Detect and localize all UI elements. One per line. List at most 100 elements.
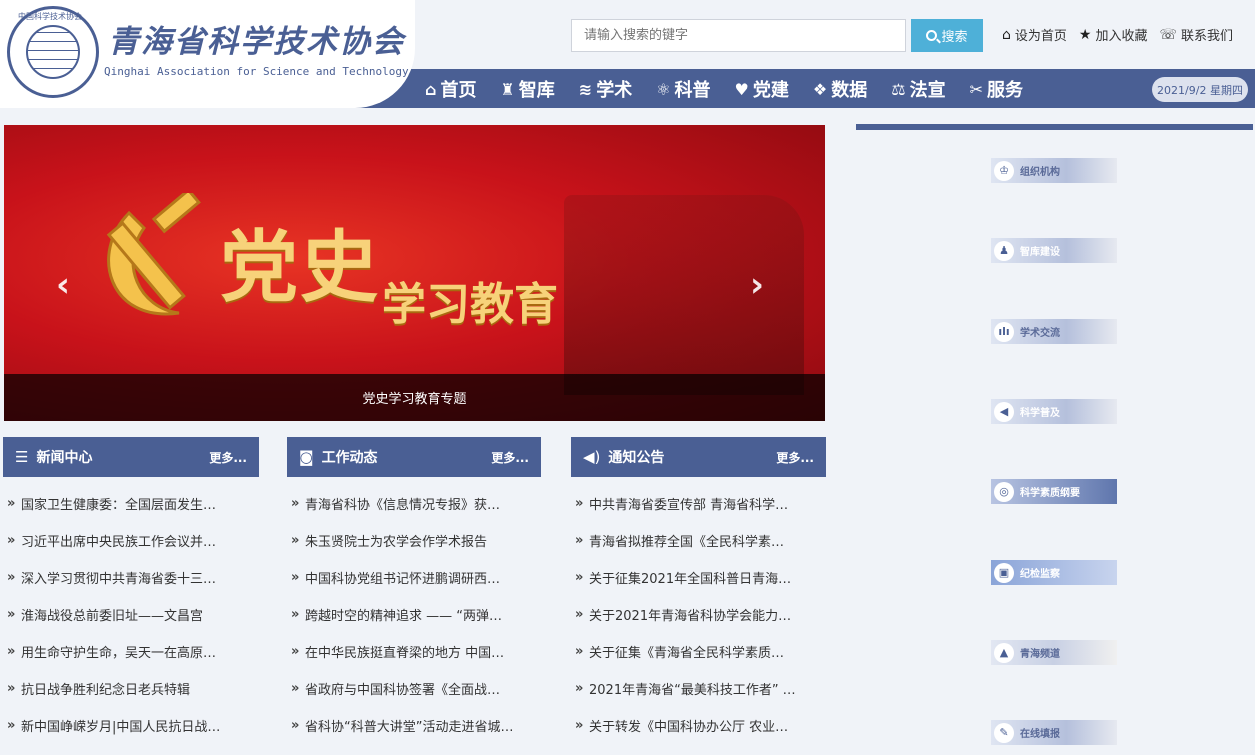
item-text: 中国科协党组书记怀进鹏调研西… [305,572,501,587]
list-item[interactable]: » 青海省拟推荐全国《全民科学素… [571,522,826,559]
mountain-icon: ▲ [994,642,1014,663]
main-nav: ⌂ 首页 ♜ 智库 ≋ 学术 ⚛ 科普 ♥ 党建 ❖ 数据 ⚖ 法宣 ✂ 服务 [425,70,1047,108]
item-text: 抗日战争胜利纪念日老兵特辑 [21,683,191,698]
list-icon: ☰ [15,448,29,466]
item-text: 中共青海省委宣传部 青海省科学… [589,498,789,513]
sidebar-top-rule [856,124,1253,130]
sidebar-tile-discipline[interactable]: ▣ 纪检监察 [991,560,1117,585]
list-item[interactable]: » 新中国峥嵘岁月|中国人民抗日战… [3,707,259,744]
list-item[interactable]: » 中国科协党组书记怀进鹏调研西… [287,559,541,596]
item-text: 新中国峥嵘岁月|中国人民抗日战… [21,720,221,735]
double-chevron-icon: » [291,644,300,659]
list-item[interactable]: » 2021年青海省“最美科技工作者” … [571,670,826,707]
column-title[interactable]: 新闻中心 [36,447,209,467]
list-item[interactable]: » 关于转发《中国科协办公厅 农业… [571,707,826,744]
set-homepage-label: 设为首页 [1014,29,1067,44]
tile-label: 智库建设 [1020,247,1060,258]
sidebar-tile-online-form[interactable]: ✎ 在线填报 [991,720,1117,745]
megaphone-icon: ◀ [994,401,1014,422]
nav-item-law[interactable]: ⚖ 法宣 [891,76,945,102]
list-item[interactable]: » 青海省科协《信息情况专报》获… [287,485,541,522]
search-button[interactable]: 搜索 [911,19,983,52]
list-item[interactable]: » 关于征集2021年全国科普日青海… [571,559,826,596]
double-chevron-icon: » [7,607,16,622]
phone-icon: ☏ [1159,26,1177,43]
think-tank-icon: ♜ [500,79,515,99]
nav-label: 数据 [831,80,868,101]
tools-icon: ✂ [969,79,983,99]
news-list: » 中共青海省委宣传部 青海省科学… » 青海省拟推荐全国《全民科学素… » 关于征集… [571,485,826,744]
list-item[interactable]: » 在中华民族挺直脊梁的地方 中国… [287,633,541,670]
sidebar-tile-qinghai-channel[interactable]: ▲ 青海频道 [991,640,1117,665]
nav-item-think-tank[interactable]: ♜ 智库 [500,76,554,102]
nav-label: 党建 [752,80,789,101]
double-chevron-icon: » [291,681,300,696]
cast-emblem-icon[interactable]: 中国科学技术协会 [7,6,99,98]
nav-item-science-pop[interactable]: ⚛ 科普 [656,76,710,102]
banner-carousel[interactable]: 党史 学习教育 ‹ › 党史学习教育专题 [4,125,825,421]
list-item[interactable]: » 关于2021年青海省科协学会能力… [571,596,826,633]
atom-icon: ⚛ [656,79,671,99]
search-input[interactable] [571,19,906,52]
red-boat-image [564,195,804,395]
contact-us-link[interactable]: ☏ 联系我们 [1159,25,1234,45]
add-favorite-label: 加入收藏 [1095,29,1148,44]
more-link[interactable]: 更多... [491,449,529,466]
item-text: 省政府与中国科协签署《全面战… [305,683,501,698]
list-item[interactable]: » 深入学习贯彻中共青海省委十三… [3,559,259,596]
site-title[interactable]: 青海省科学技术协会 [108,16,405,61]
search-icon [926,30,938,41]
contact-us-label: 联系我们 [1181,29,1234,44]
home-icon: ⌂ [1002,26,1011,43]
sidebar-tile-literacy[interactable]: ◎ 科学素质纲要 [991,479,1117,504]
work-news-column: ◙ 工作动态 更多... » 青海省科协《信息情况专报》获… » 朱玉贤院士为农学会… [287,437,541,744]
sidebar-tile-science-pop[interactable]: ◀ 科学普及 [991,399,1117,424]
banner-caption[interactable]: 党史学习教育专题 [4,374,825,421]
nav-label: 法宣 [909,80,946,101]
item-text: 深入学习贯彻中共青海省委十三… [21,572,217,587]
list-item[interactable]: » 朱玉贤院士为农学会作学术报告 [287,522,541,559]
add-favorite-link[interactable]: ★ 加入收藏 [1079,25,1148,45]
sidebar-tile-think-tank[interactable]: ♟ 智库建设 [991,238,1117,263]
nav-label: 科普 [674,80,711,101]
list-item[interactable]: » 关于征集《青海省全民科学素质… [571,633,826,670]
list-item[interactable]: » 跨越时空的精神追求 —— “两弹… [287,596,541,633]
list-item[interactable]: » 用生命守护生命，吴天一在高原… [3,633,259,670]
emblem-ring-text: 中国科学技术协会 [18,12,82,21]
list-item[interactable]: » 淮海战役总前委旧址——文昌宫 [3,596,259,633]
set-homepage-link[interactable]: ⌂ 设为首页 [1002,25,1067,45]
list-item[interactable]: » 中共青海省委宣传部 青海省科学… [571,485,826,522]
double-chevron-icon: » [291,496,300,511]
notice-column: ◀) 通知公告 更多... » 中共青海省委宣传部 青海省科学… » 青海省拟推荐全… [571,437,826,744]
nav-item-party[interactable]: ♥ 党建 [735,76,789,102]
news-list: » 青海省科协《信息情况专报》获… » 朱玉贤院士为农学会作学术报告 » 中国科协党组… [287,485,541,744]
carousel-prev-icon[interactable]: ‹ [56,265,70,305]
nav-item-service[interactable]: ✂ 服务 [970,76,1023,102]
nav-label: 智库 [518,80,555,101]
more-link[interactable]: 更多... [209,449,247,466]
double-chevron-icon: » [291,533,300,548]
law-icon: ⚖ [891,79,906,99]
nav-item-home[interactable]: ⌂ 首页 [425,76,476,102]
banner-subtitle: 学习教育 [382,279,558,330]
globe-icon [26,25,80,79]
list-item[interactable]: » 省科协“科普大讲堂”活动走进省城… [287,707,541,744]
column-title[interactable]: 工作动态 [322,447,492,467]
column-title[interactable]: 通知公告 [608,447,776,467]
sidebar-tile-academic[interactable]: ılı 学术交流 [991,319,1117,344]
tile-label: 组织机构 [1020,167,1060,178]
list-item[interactable]: » 省政府与中国科协签署《全面战… [287,670,541,707]
nav-item-academic[interactable]: ≋ 学术 [579,76,632,102]
list-item[interactable]: » 国家卫生健康委：全国层面发生… [3,485,259,522]
more-link[interactable]: 更多... [776,449,814,466]
speaker-icon: ◀) [583,448,601,466]
item-text: 关于转发《中国科协办公厅 农业… [589,720,789,735]
sidebar-tile-organization[interactable]: ♔ 组织机构 [991,158,1117,183]
top-links: ⌂ 设为首页 ★ 加入收藏 ☏ 联系我们 [1002,25,1234,45]
list-item[interactable]: » 抗日战争胜利纪念日老兵特辑 [3,670,259,707]
nav-item-data[interactable]: ❖ 数据 [813,76,867,102]
list-item[interactable]: » 习近平出席中央民族工作会议并… [3,522,259,559]
item-text: 关于征集2021年全国科普日青海… [589,572,792,587]
double-chevron-icon: » [7,496,16,511]
carousel-next-icon[interactable]: › [750,265,764,305]
